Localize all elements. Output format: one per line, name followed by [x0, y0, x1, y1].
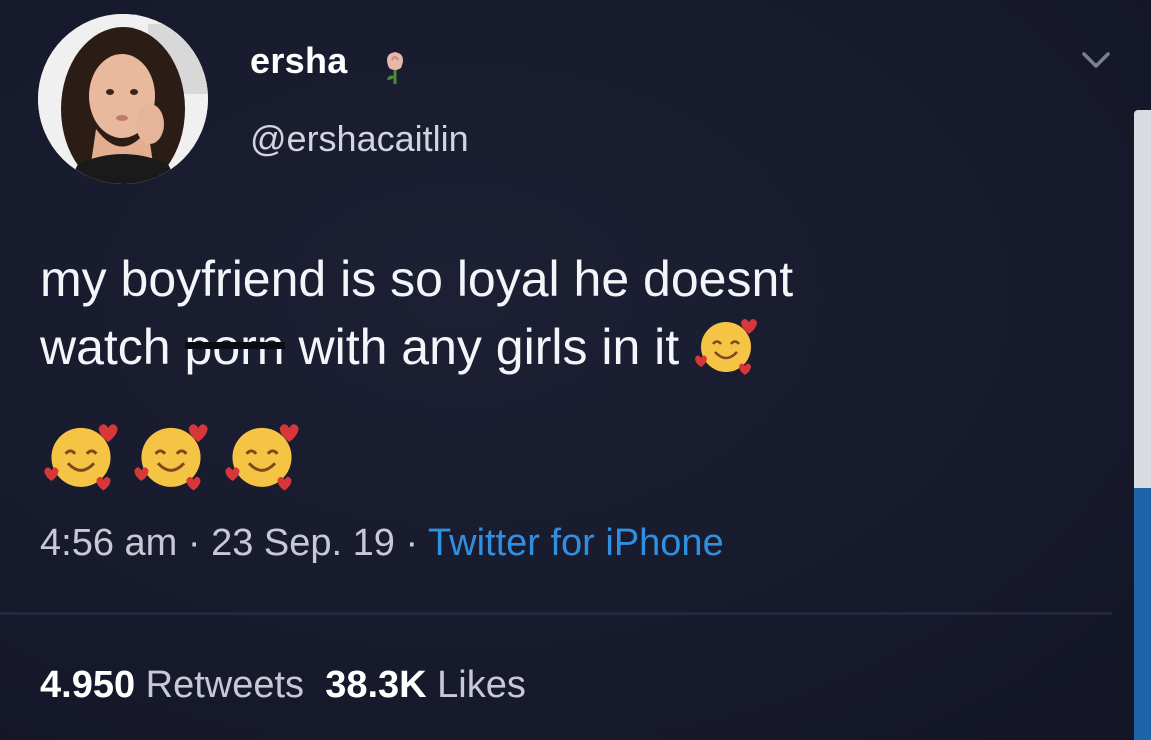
- tweet-text-after-censor: with any girls in it: [284, 319, 694, 375]
- rose-icon: [387, 52, 403, 84]
- smiling-face-with-hearts-icon: [134, 424, 209, 491]
- display-name[interactable]: ersha: [250, 40, 348, 82]
- chevron-down-icon[interactable]: [1078, 42, 1114, 78]
- censor-bar: [184, 342, 285, 349]
- smiling-face-with-hearts-icon: [225, 424, 299, 491]
- censored-word: porn: [184, 314, 285, 380]
- avatar-image: [38, 14, 208, 184]
- retweets-count: 4.950: [40, 664, 136, 706]
- tweet-text: my boyfriend is so loyal he doesnt watch…: [40, 246, 1120, 378]
- tweet-source-link[interactable]: Twitter for iPhone: [428, 522, 724, 564]
- meta-separator: ·: [177, 522, 212, 564]
- user-handle[interactable]: @ershacaitlin: [250, 118, 469, 160]
- retweets-label: Retweets: [135, 664, 305, 706]
- meta-separator: ·: [394, 522, 429, 564]
- tweet-text-line-2: watch porn with any girls in it: [40, 312, 1120, 378]
- smiling-face-with-hearts-icon: [695, 319, 758, 375]
- scrollbar-thumb[interactable]: [1134, 488, 1151, 740]
- tweet-card: ersha @ershacaitlin my boyfriend is so l…: [0, 0, 1151, 740]
- likes-label: Likes: [426, 664, 526, 706]
- tweet-text-line-1: my boyfriend is so loyal he doesnt: [40, 251, 794, 307]
- tweet-text-before-censor: watch: [40, 319, 185, 375]
- likes-stat[interactable]: 38.3K Likes: [325, 664, 526, 706]
- divider: [0, 612, 1112, 615]
- tweet-time: 4:56 am: [40, 522, 178, 564]
- tweet-date: 23 Sep. 19: [211, 522, 395, 564]
- smiling-face-with-hearts-icon: [44, 424, 118, 491]
- tweet-meta: 4:56 am · 23 Sep. 19 · Twitter for iPhon…: [40, 522, 724, 565]
- likes-count: 38.3K: [325, 664, 427, 706]
- tweet-stats: 4.950 Retweets 38.3K Likes: [40, 664, 526, 707]
- retweets-stat[interactable]: 4.950 Retweets: [40, 664, 304, 706]
- emoji-row: [42, 416, 309, 492]
- avatar[interactable]: [38, 14, 208, 184]
